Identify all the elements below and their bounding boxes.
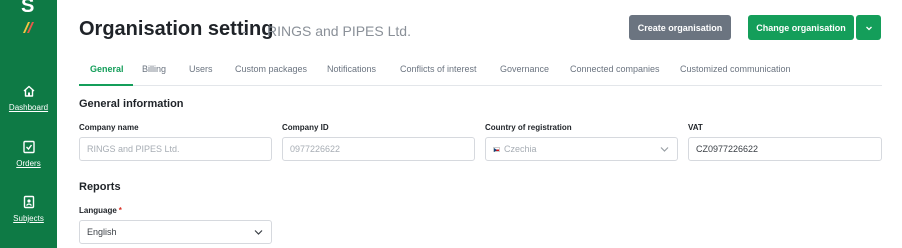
sidebar-item-dashboard[interactable]: Dashboard	[0, 84, 57, 112]
tab-users[interactable]: Users	[189, 64, 213, 74]
company-name-field[interactable]: RINGS and PIPES Ltd.	[79, 137, 272, 161]
subjects-icon	[23, 195, 34, 209]
chevron-down-icon	[254, 230, 263, 235]
tab-connected-companies[interactable]: Connected companies	[570, 64, 660, 74]
company-name-value: RINGS and PIPES Ltd.	[87, 144, 180, 154]
sidebar-item-subjects[interactable]: Subjects	[0, 195, 57, 223]
settings-tabs: General Billing Users Custom packages No…	[79, 58, 882, 86]
company-name-label: Company name	[79, 123, 139, 132]
orders-icon	[22, 140, 35, 154]
chevron-down-icon	[865, 26, 872, 30]
sidebar-item-label: Subjects	[13, 214, 44, 223]
tab-billing[interactable]: Billing	[142, 64, 166, 74]
organisation-dropdown-button[interactable]	[856, 15, 881, 40]
vat-label: VAT	[688, 123, 703, 132]
main-content: Organisation setting - RINGS and PIPES L…	[57, 0, 902, 248]
sidebar: S Dashboard Orders Subjects	[0, 0, 57, 248]
language-select[interactable]: English	[79, 220, 272, 244]
active-tab-indicator	[79, 84, 133, 86]
language-label: Language *	[79, 206, 122, 215]
reports-heading: Reports	[79, 181, 121, 193]
app-logo[interactable]: S	[21, 0, 37, 34]
change-organisation-button[interactable]: Change organisation	[748, 15, 854, 40]
company-id-value: 0977226622	[290, 144, 341, 154]
czech-flag-icon	[493, 146, 500, 152]
tab-general[interactable]: General	[90, 64, 124, 74]
tab-notifications[interactable]: Notifications	[327, 64, 376, 74]
tab-conflicts-of-interest[interactable]: Conflicts of interest	[400, 64, 477, 74]
tab-governance[interactable]: Governance	[500, 64, 549, 74]
title-separator: -	[242, 23, 247, 39]
logo-mark-icon	[22, 21, 35, 34]
sidebar-item-orders[interactable]: Orders	[0, 140, 57, 168]
sidebar-item-label: Dashboard	[8, 103, 49, 112]
tab-custom-packages[interactable]: Custom packages	[235, 64, 307, 74]
logo-letter: S	[21, 0, 35, 17]
chevron-down-icon	[660, 147, 669, 152]
sidebar-item-label: Orders	[16, 159, 41, 168]
language-label-text: Language	[79, 206, 117, 215]
general-information-heading: General information	[79, 98, 184, 110]
organisation-name: RINGS and PIPES Ltd.	[267, 23, 411, 39]
country-value: Czechia	[504, 144, 537, 154]
company-id-field[interactable]: 0977226622	[282, 137, 475, 161]
vat-field[interactable]: CZ0977226622	[688, 137, 882, 161]
country-select[interactable]: Czechia	[485, 137, 678, 161]
tab-customized-communication[interactable]: Customized communication	[680, 64, 791, 74]
company-id-label: Company ID	[282, 123, 329, 132]
country-label: Country of registration	[485, 123, 572, 132]
required-mark: *	[118, 206, 122, 215]
home-icon	[23, 85, 34, 97]
create-organisation-button[interactable]: Create organisation	[629, 15, 731, 40]
language-value: English	[87, 227, 117, 237]
vat-value: CZ0977226622	[696, 144, 759, 154]
